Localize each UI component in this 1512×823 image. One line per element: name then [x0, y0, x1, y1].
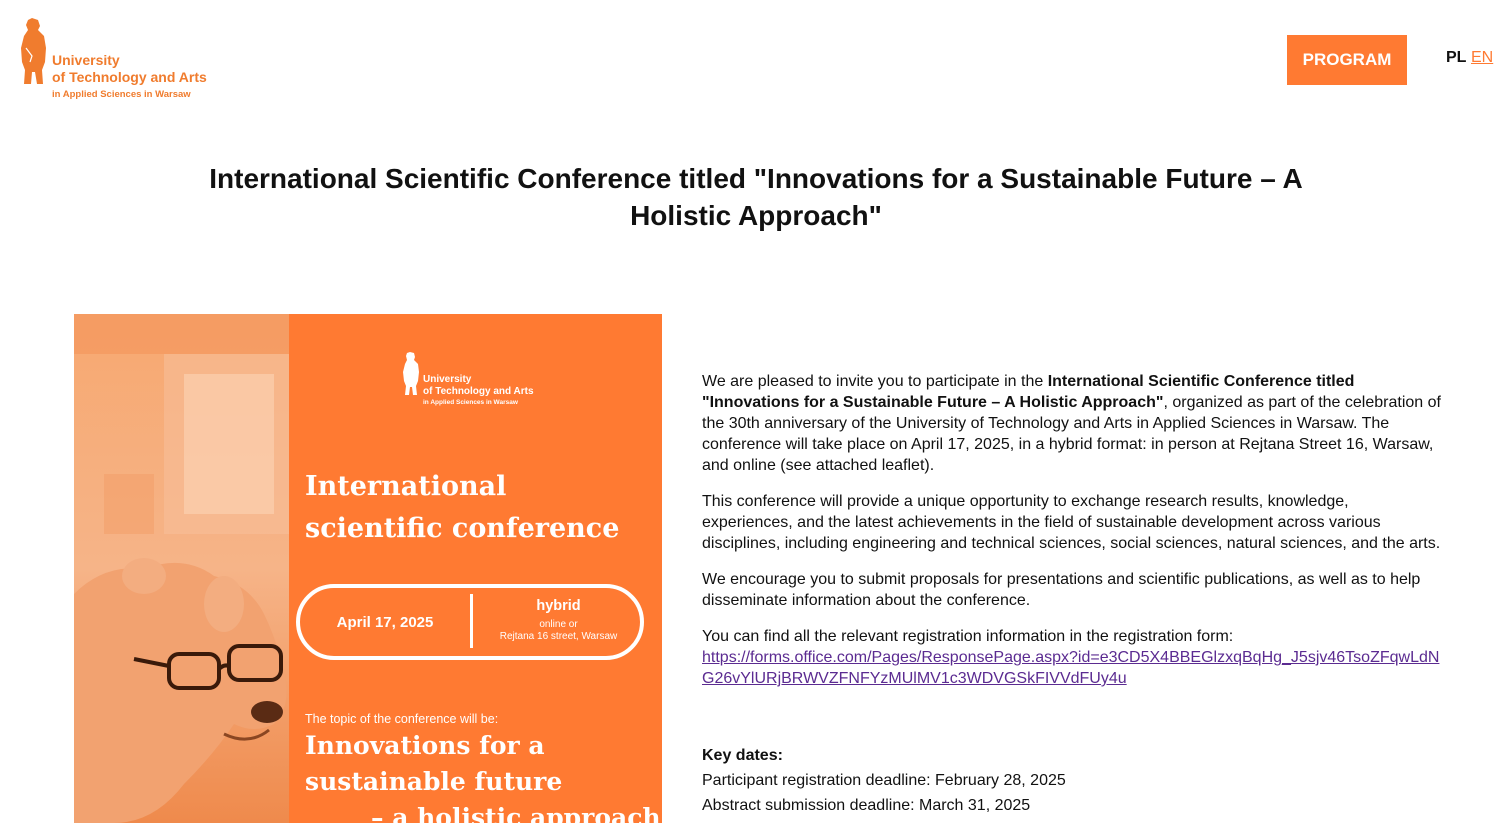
leaflet-heading-line-1: International: [305, 471, 507, 502]
registration-form-link[interactable]: https://forms.office.com/Pages/ResponseP…: [702, 649, 1439, 687]
leaflet-heading-line-2: scientific conference: [305, 513, 620, 544]
logo-line-3: in Applied Sciences in Warsaw: [52, 89, 191, 100]
paragraph-invitation: We are pleased to invite you to particip…: [702, 373, 1441, 474]
leaflet-format: hybrid online or Rejtana 16 street, Wars…: [473, 598, 644, 643]
leaflet-logo-line-1: University: [423, 374, 472, 385]
paragraph-registration: You can find all the relevant registrati…: [702, 626, 1442, 689]
leaflet-logo-line-2: of Technology and Arts: [423, 386, 534, 397]
bear-photo: [74, 314, 289, 823]
leaflet-topic-line-3: – a holistic approach: [371, 803, 661, 823]
page-title: International Scientific Conference titl…: [209, 163, 1303, 231]
leaflet-format-line-2: Rejtana 16 street, Warsaw: [499, 631, 618, 642]
registration-text: You can find all the relevant registrati…: [702, 628, 1234, 645]
paragraph-encourage: We encourage you to submit proposals for…: [702, 571, 1421, 609]
logo-line-2: of Technology and Arts: [52, 69, 207, 85]
key-dates-title: Key dates:: [702, 747, 783, 764]
conference-leaflet: University of Technology and Arts in App…: [74, 314, 662, 823]
leaflet-heading: International scientific conference: [305, 466, 619, 550]
conference-description: We are pleased to invite you to particip…: [702, 371, 1442, 820]
leaflet-date: April 17, 2025: [336, 613, 434, 631]
leaflet-format-line-1: online or: [539, 619, 578, 630]
logo-line-1: University: [52, 52, 120, 68]
language-en-link[interactable]: EN: [1471, 49, 1493, 67]
leaflet-date-pill: April 17, 2025 hybrid online or Rejtana …: [296, 584, 644, 660]
key-date-registration: Participant registration deadline: Febru…: [702, 772, 1066, 789]
paragraph-opportunity: This conference will provide a unique op…: [702, 493, 1441, 552]
key-date-abstract: Abstract submission deadline: March 31, …: [702, 797, 1031, 814]
leaflet-topic-line-2: sustainable future: [305, 767, 563, 796]
university-logo[interactable]: University of Technology and Arts in App…: [18, 18, 238, 104]
leaflet-logo: University of Technology and Arts in App…: [401, 352, 534, 408]
language-pl-link[interactable]: PL: [1446, 49, 1466, 67]
program-button[interactable]: PROGRAM: [1287, 35, 1407, 85]
bear-logo-icon: [403, 352, 419, 395]
leaflet-topic-intro: The topic of the conference will be:: [305, 712, 499, 726]
leaflet-topic-line-1: Innovations for a: [305, 731, 545, 760]
bear-with-glasses-icon: [74, 314, 289, 823]
leaflet-format-title: hybrid: [536, 598, 581, 614]
leaflet-panel: University of Technology and Arts in App…: [289, 314, 662, 823]
leaflet-topic-title: Innovations for a sustainable future – a…: [305, 728, 661, 823]
bear-logo-icon: [21, 18, 46, 84]
leaflet-logo-line-3: in Applied Sciences in Warsaw: [423, 399, 518, 406]
